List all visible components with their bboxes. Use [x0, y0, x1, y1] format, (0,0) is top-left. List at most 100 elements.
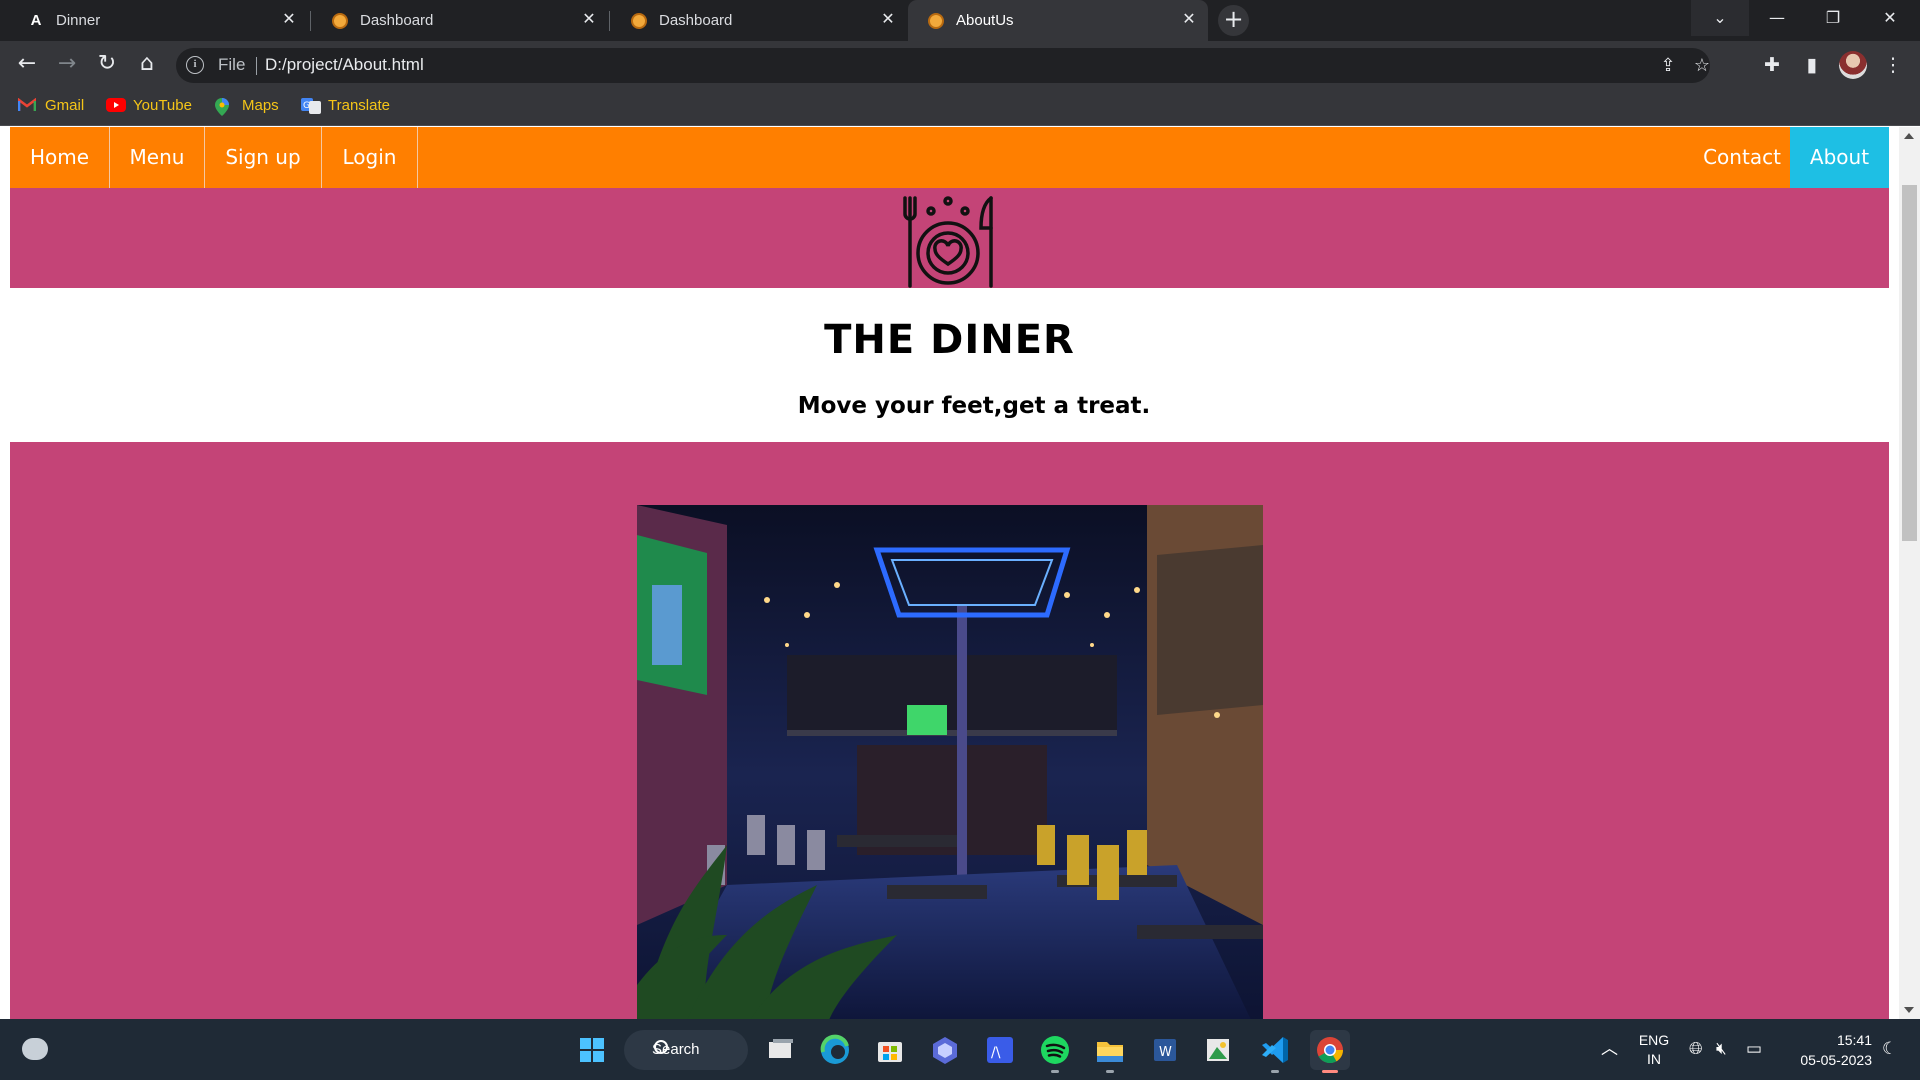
close-icon[interactable]: ✕ — [879, 11, 897, 29]
nav-menu[interactable]: Menu — [110, 127, 205, 188]
windows-start-icon[interactable] — [572, 1030, 612, 1070]
tab-dashboard-1[interactable]: Dashboard ✕ — [312, 0, 608, 41]
bookmark-star-icon[interactable]: ☆ — [1688, 52, 1716, 80]
copilot-app-icon[interactable] — [925, 1030, 965, 1070]
nav-home[interactable]: Home — [10, 127, 110, 188]
tab-title: AboutUs — [956, 12, 1014, 29]
more-menu-icon[interactable]: ⋮ — [1876, 48, 1910, 82]
language-line2[interactable]: IN — [1634, 1051, 1674, 1067]
svg-text:W: W — [1159, 1045, 1172, 1060]
close-icon[interactable]: ✕ — [1180, 11, 1198, 29]
taskbar-search-box[interactable]: Search — [624, 1030, 748, 1070]
search-icon — [654, 1040, 668, 1054]
windows-taskbar: Search /\ W ︿ ENG IN 🌐︎ 🔇︎ ▭ 15:41 05-05… — [0, 1019, 1920, 1080]
photo-section — [10, 442, 1889, 1019]
svg-text:G: G — [303, 101, 310, 111]
close-icon[interactable]: ✕ — [280, 11, 298, 29]
angular-a-icon: A — [30, 11, 42, 29]
tab-search-button[interactable]: ⌄ — [1691, 0, 1749, 36]
address-url[interactable]: D:/project/About.html — [265, 55, 424, 75]
browser-tab-strip: A Dinner ✕ Dashboard ✕ Dashboard ✕ About… — [0, 0, 1920, 41]
restore-button[interactable]: ❐ — [1805, 0, 1861, 36]
edge-browser-icon[interactable] — [815, 1030, 855, 1070]
close-window-button[interactable]: ✕ — [1862, 0, 1918, 36]
address-bar[interactable]: i File D:/project/About.html ⇪ ☆ — [176, 48, 1710, 83]
back-icon[interactable]: ← — [10, 47, 44, 81]
nav-contact[interactable]: Contact — [1682, 127, 1802, 188]
image-viewer-app-icon[interactable] — [1198, 1030, 1238, 1070]
nav-signup[interactable]: Sign up — [205, 127, 322, 188]
tab-title: Dashboard — [659, 12, 733, 29]
bookmark-maps[interactable]: Maps — [215, 97, 279, 116]
bookmark-label: Gmail — [45, 97, 85, 114]
microsoft-store-icon[interactable] — [870, 1030, 910, 1070]
scroll-up-arrow-icon[interactable] — [1904, 133, 1914, 139]
restaurant-interior-photo — [637, 505, 1263, 1019]
close-icon[interactable]: ✕ — [580, 11, 598, 29]
bookmark-gmail[interactable]: Gmail — [17, 97, 85, 114]
clock-date[interactable]: 05-05-2023 — [1782, 1052, 1872, 1068]
bookmark-youtube[interactable]: YouTube — [106, 97, 192, 114]
running-indicator — [1051, 1070, 1059, 1073]
extensions-icon[interactable]: ✚ — [1755, 48, 1789, 82]
tab-title: Dinner — [56, 12, 101, 29]
site-navbar: Home Menu Sign up Login Contact About — [10, 127, 1889, 188]
minimize-button[interactable]: — — [1749, 0, 1805, 36]
nav-about[interactable]: About — [1790, 127, 1889, 188]
logo-banner — [10, 188, 1889, 288]
youtube-icon — [106, 97, 126, 114]
page-title: THE DINER — [824, 317, 1075, 363]
forward-icon[interactable]: → — [50, 47, 84, 81]
scrollbar-thumb[interactable] — [1902, 185, 1917, 541]
address-divider — [256, 57, 257, 75]
vscode-icon[interactable] — [1255, 1030, 1295, 1070]
task-view-icon[interactable] — [760, 1030, 800, 1070]
share-icon[interactable]: ⇪ — [1654, 52, 1682, 80]
bookmark-label: Maps — [242, 97, 279, 114]
show-hidden-icons-chevron-icon[interactable]: ︿ — [1601, 1039, 1618, 1059]
active-app-indicator — [1322, 1070, 1338, 1073]
page-viewport: Home Menu Sign up Login Contact About TH… — [0, 127, 1920, 1019]
code-editor-app-icon[interactable]: /\ — [980, 1030, 1020, 1070]
notification-bell-icon[interactable]: ☾ — [1882, 1039, 1897, 1059]
page-scrollbar[interactable] — [1899, 127, 1920, 1019]
tab-divider — [609, 11, 610, 31]
spotify-icon[interactable] — [1035, 1030, 1075, 1070]
network-globe-icon[interactable]: 🌐︎ — [1689, 1039, 1703, 1059]
tab-title: Dashboard — [360, 12, 434, 29]
tab-divider — [310, 11, 311, 31]
new-tab-button[interactable]: + — [1218, 5, 1249, 36]
home-icon[interactable]: ⌂ — [130, 47, 164, 81]
scroll-down-arrow-icon[interactable] — [1904, 1007, 1914, 1013]
battery-icon[interactable]: ▭ — [1746, 1039, 1762, 1059]
address-scheme-label: File — [218, 55, 246, 74]
profile-avatar[interactable] — [1839, 51, 1867, 79]
browser-toolbar: ← → ↻ ⌂ i File D:/project/About.html ⇪ ☆… — [0, 41, 1920, 89]
dinner-plate-logo-icon — [903, 196, 993, 288]
nav-login[interactable]: Login — [322, 127, 418, 188]
tab-dashboard-2[interactable]: Dashboard ✕ — [611, 0, 907, 41]
volume-muted-icon[interactable]: 🔇︎ — [1716, 1039, 1727, 1059]
info-icon[interactable]: i — [186, 56, 204, 74]
bookmark-translate[interactable]: G Translate — [301, 97, 390, 114]
tab-dinner[interactable]: A Dinner ✕ — [8, 0, 308, 41]
clock-time[interactable]: 15:41 — [1782, 1032, 1872, 1048]
bookmark-label: Translate — [328, 97, 390, 114]
language-line1[interactable]: ENG — [1634, 1032, 1674, 1048]
orange-globe-icon — [928, 12, 944, 29]
bookmarks-bar: Gmail YouTube Maps G Translate — [0, 89, 1920, 126]
weather-icon[interactable] — [22, 1038, 48, 1060]
bookmark-label: YouTube — [133, 97, 192, 114]
file-explorer-icon[interactable] — [1090, 1030, 1130, 1070]
tab-aboutus[interactable]: AboutUs ✕ — [908, 0, 1208, 41]
word-app-icon[interactable]: W — [1145, 1030, 1185, 1070]
translate-icon: G — [301, 97, 321, 114]
maps-pin-icon — [215, 97, 233, 116]
running-indicator — [1106, 1070, 1114, 1073]
running-indicator — [1271, 1070, 1279, 1073]
side-panel-icon[interactable]: ▮ — [1795, 48, 1829, 82]
reload-icon[interactable]: ↻ — [90, 47, 124, 81]
chrome-icon[interactable] — [1310, 1030, 1350, 1070]
svg-text:/\: /\ — [991, 1045, 1001, 1061]
gmail-icon — [17, 97, 37, 114]
